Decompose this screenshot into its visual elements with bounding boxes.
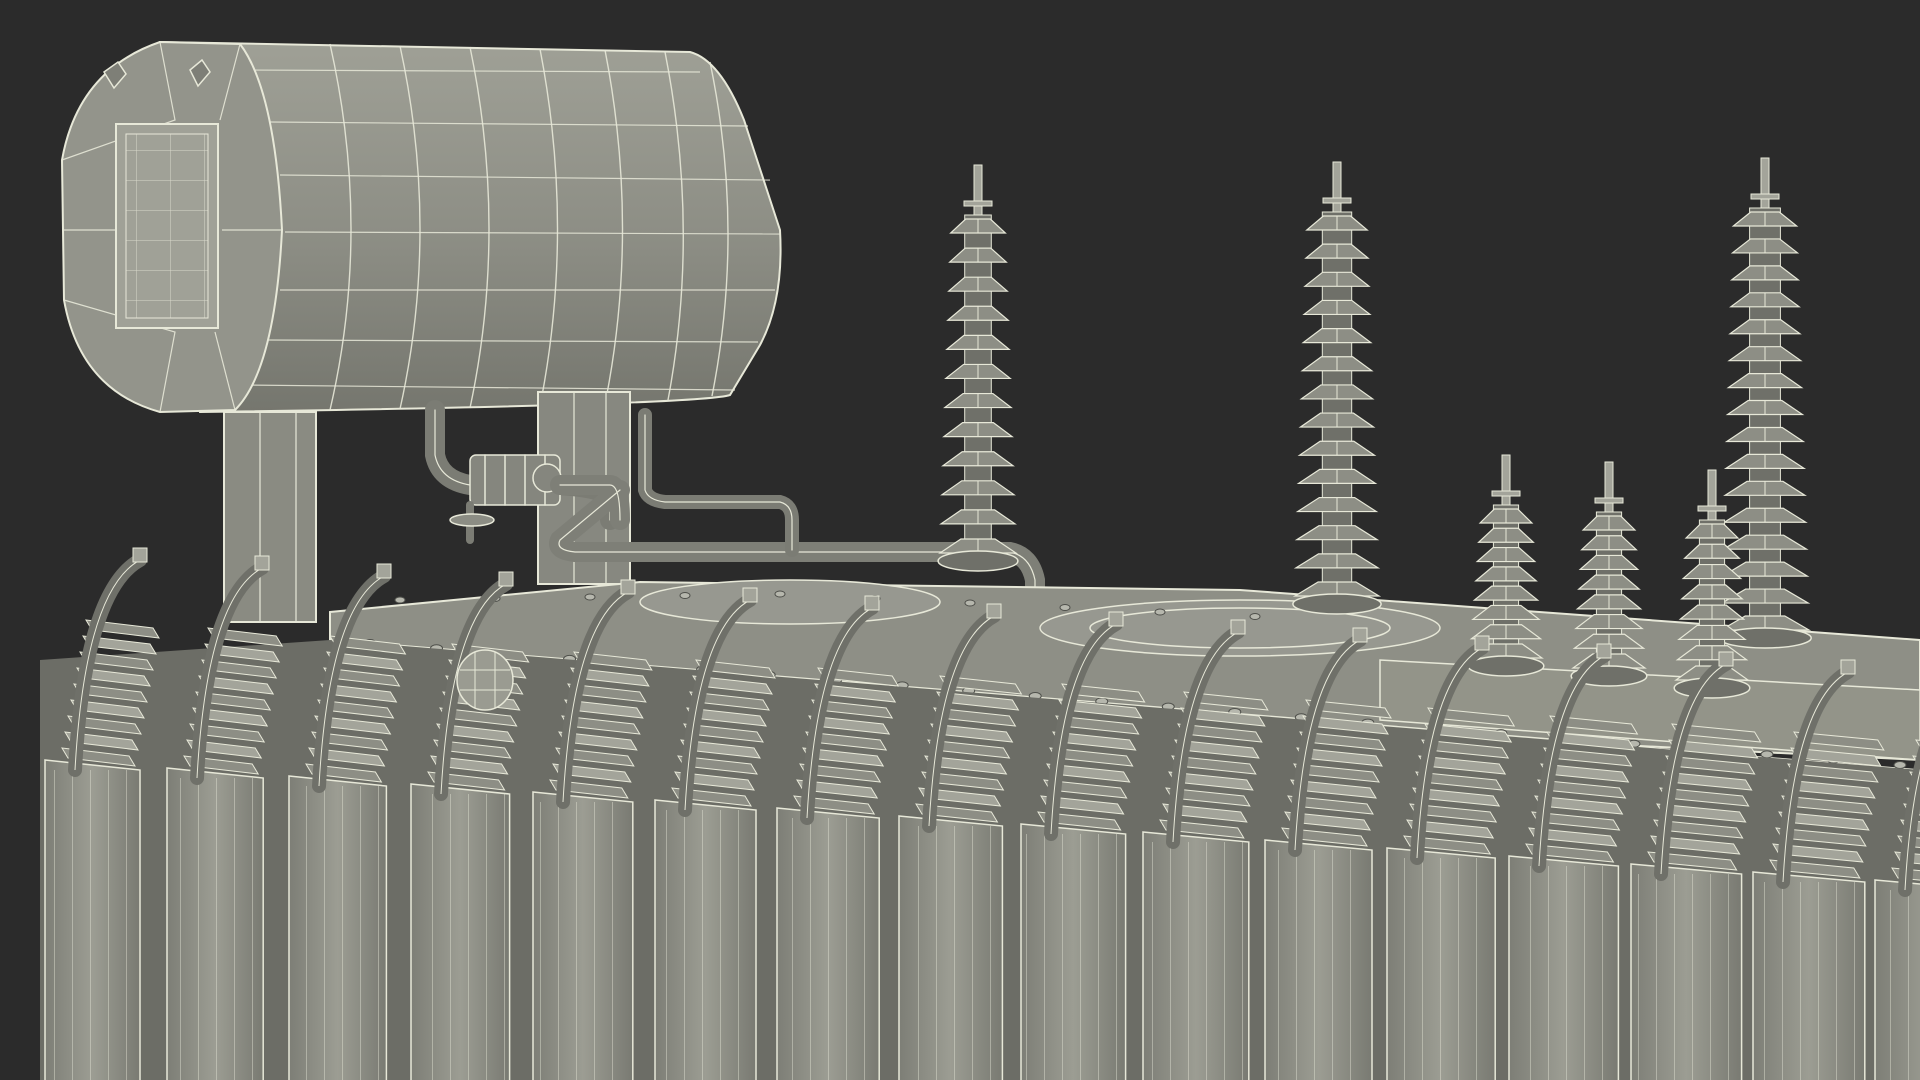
- bushing-flange: [937, 550, 1019, 572]
- lid-bolt: [774, 590, 786, 598]
- pressure-relief-device: [456, 649, 514, 711]
- lid-bolt: [964, 599, 976, 607]
- fin-valve: [498, 571, 514, 587]
- valve-handwheel: [449, 513, 495, 527]
- bushing-flange: [1292, 593, 1382, 615]
- fin-valve: [1718, 651, 1734, 667]
- scene-canvas: [40, 40, 1920, 1080]
- fin-valve: [254, 555, 270, 571]
- fin-valve: [1474, 635, 1490, 651]
- fin-valve: [864, 595, 880, 611]
- lid-bolt: [394, 596, 406, 604]
- lv-bushings: [1467, 454, 1751, 699]
- lid-bolt: [1059, 604, 1071, 611]
- pipe-right: [638, 408, 799, 557]
- lid-bolt: [1249, 613, 1261, 620]
- fin-valve: [376, 563, 392, 579]
- bushing-flange: [1467, 655, 1545, 677]
- hv-bushings: [937, 157, 1812, 649]
- hv-bushing: [1292, 161, 1382, 615]
- transformer-render: [0, 0, 1920, 1080]
- lid-bolt: [1893, 761, 1907, 769]
- conservator-tank: [60, 40, 782, 414]
- lid-bolt: [679, 592, 691, 599]
- fin-valve: [1596, 643, 1612, 659]
- lid-bolt: [1760, 750, 1774, 759]
- fin-valve: [1108, 611, 1124, 627]
- fin-valve: [742, 587, 758, 603]
- fin-valve: [986, 603, 1002, 619]
- fin-valve: [1230, 619, 1246, 635]
- fin-valve: [1352, 627, 1368, 643]
- hv-bushing: [937, 164, 1019, 572]
- fin-valve: [132, 547, 148, 563]
- buchholz-relay: [469, 454, 562, 506]
- lid-bolt: [584, 593, 596, 601]
- fin-valve: [620, 579, 636, 595]
- lid-bolt: [1154, 608, 1166, 616]
- fin-valve: [1840, 659, 1856, 675]
